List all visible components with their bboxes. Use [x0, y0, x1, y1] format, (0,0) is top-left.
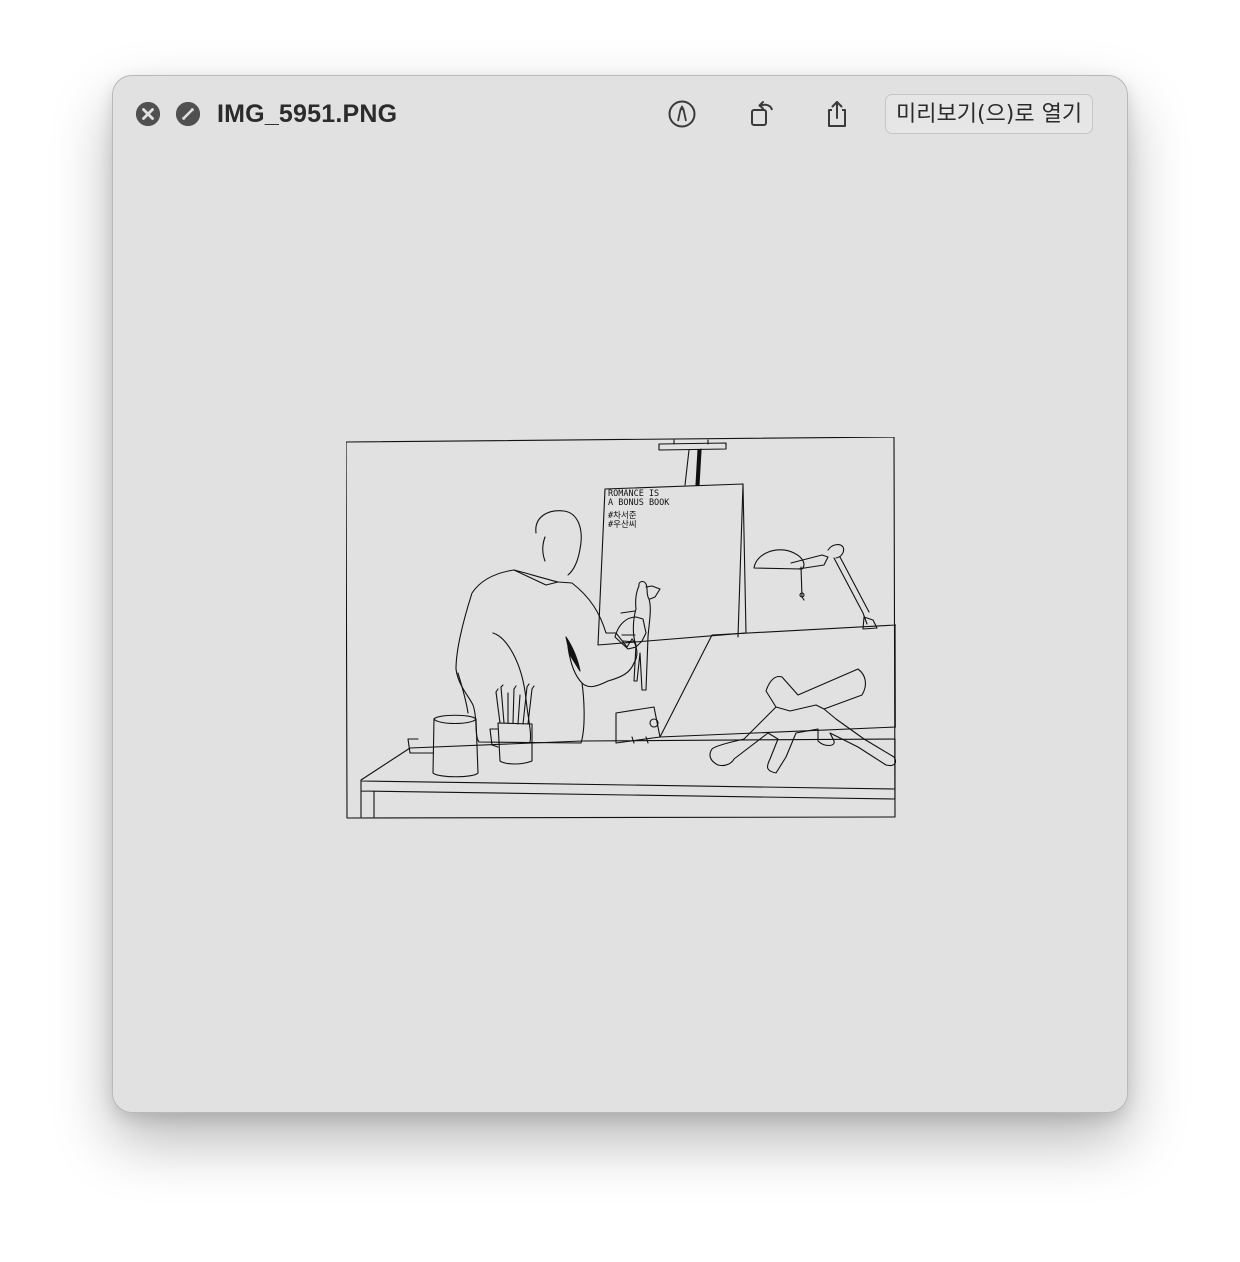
preview-image: ROMANCE IS A BONUS BOOK #차서준 #우산씨: [346, 437, 896, 819]
desk-top: [360, 738, 896, 790]
close-icon: [136, 102, 160, 126]
markup-pen-icon: [668, 100, 696, 128]
easel-text-line-2: A BONUS BOOK: [608, 498, 670, 508]
easel-text-line-4: #우산씨: [608, 519, 637, 530]
book-stand: [765, 668, 867, 712]
person-hand: [614, 616, 647, 650]
desk-lamp-shade: [753, 549, 805, 570]
fullscreen-icon: [176, 102, 200, 126]
open-with-preview-button[interactable]: 미리보기(으)로 열기: [885, 94, 1094, 134]
close-button[interactable]: [136, 102, 160, 126]
drafting-table: [659, 624, 896, 738]
markup-button[interactable]: [662, 94, 702, 134]
person-back: [455, 569, 585, 744]
fullscreen-button[interactable]: [176, 102, 200, 126]
easel-canvas: [597, 483, 747, 646]
window-title: IMG_5951.PNG: [217, 100, 398, 128]
share-icon: [828, 101, 846, 127]
rotate-left-icon: [751, 101, 773, 126]
rotate-button[interactable]: [742, 94, 782, 134]
titlebar: IMG_5951.PNG 미리보기(으)로 열기: [113, 76, 1127, 152]
share-button[interactable]: [817, 94, 857, 134]
quicklook-window: IMG_5951.PNG 미리보기(으)로 열기 ROMANCE IS A BO…: [112, 75, 1128, 1113]
canvas-figure: [632, 581, 651, 691]
easel-top: [658, 442, 727, 451]
person-head: [535, 510, 582, 576]
